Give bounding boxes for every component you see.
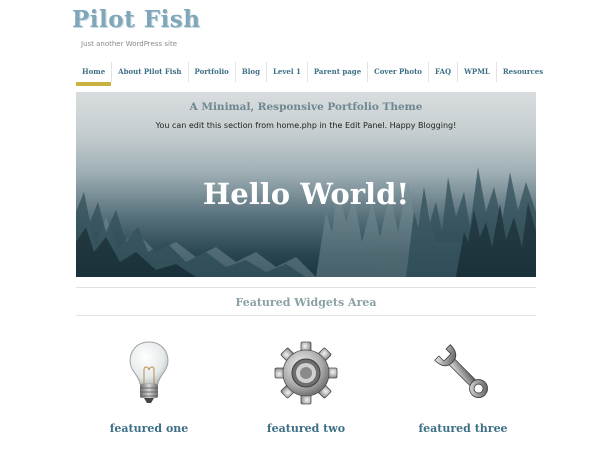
divider-top <box>76 287 536 288</box>
featured-widget-one: featured one <box>74 340 224 435</box>
main-navigation: Home About Pilot Fish Portfolio Blog Lev… <box>76 62 549 86</box>
divider-bottom <box>76 315 536 316</box>
featured-widget-three: featured three <box>388 340 538 435</box>
nav-item-blog[interactable]: Blog <box>234 62 266 82</box>
featured-one-link[interactable]: featured one <box>74 422 224 435</box>
nav-item-cover-photo[interactable]: Cover Photo <box>367 62 428 82</box>
gear-icon <box>274 341 338 405</box>
nav-item-wpml[interactable]: WPML <box>457 62 496 82</box>
featured-widget-two: featured two <box>231 340 381 435</box>
light-bulb-icon <box>129 341 169 403</box>
nav-item-portfolio[interactable]: Portfolio <box>187 62 235 82</box>
hero-banner: A Minimal, Responsive Portfolio Theme Yo… <box>76 92 536 277</box>
hero-heading: Hello World! <box>202 177 410 211</box>
wrench-icon <box>434 344 488 398</box>
hero-text: You can edit this section from home.php … <box>155 121 457 130</box>
featured-widgets-heading: Featured Widgets Area <box>235 296 377 309</box>
nav-item-about-pilot-fish[interactable]: About Pilot Fish <box>111 62 187 82</box>
nav-item-parent-page[interactable]: Parent page <box>306 62 367 82</box>
nav-item-level-1[interactable]: Level 1 <box>265 62 307 82</box>
site-tagline: Just another WordPress site <box>81 40 178 48</box>
featured-three-link[interactable]: featured three <box>388 422 538 435</box>
hero-subtitle: A Minimal, Responsive Portfolio Theme <box>189 101 423 113</box>
nav-item-resources[interactable]: Resources <box>495 62 549 82</box>
site-title[interactable]: Pilot Fish <box>72 6 200 33</box>
nav-item-faq[interactable]: FAQ <box>427 62 457 82</box>
featured-two-link[interactable]: featured two <box>231 422 381 435</box>
nav-item-home[interactable]: Home <box>76 62 112 86</box>
